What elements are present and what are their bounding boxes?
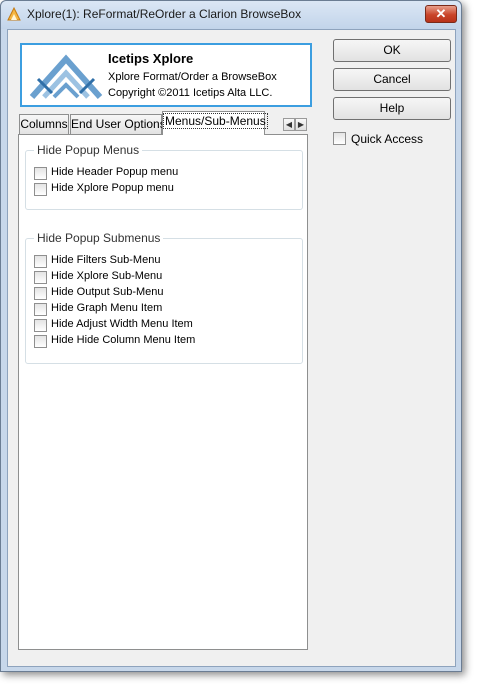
copyright-text: Copyright ©2011 Icetips Alta LLC. bbox=[108, 87, 273, 99]
product-subtitle: Xplore Format/Order a BrowseBox bbox=[108, 71, 277, 83]
checkbox-label: Hide Header Popup menu bbox=[51, 166, 179, 178]
checkbox-label: Hide Graph Menu Item bbox=[51, 302, 163, 314]
checkbox[interactable] bbox=[34, 319, 47, 332]
checkbox-label: Hide Hide Column Menu Item bbox=[51, 334, 196, 346]
checkbox[interactable] bbox=[34, 271, 47, 284]
ok-button[interactable]: OK bbox=[333, 39, 451, 62]
checkbox[interactable] bbox=[34, 167, 47, 180]
hide-popup-menus-group: Hide Popup Menus Hide Header Popup menu … bbox=[25, 143, 303, 210]
tab-scroll-left-icon[interactable]: ◀ bbox=[283, 118, 295, 131]
checkbox[interactable] bbox=[34, 183, 47, 196]
group-legend: Hide Popup Submenus bbox=[34, 231, 164, 245]
checkbox-label: Hide Output Sub-Menu bbox=[51, 286, 164, 298]
checkbox-label: Hide Xplore Sub-Menu bbox=[51, 270, 163, 282]
hide-popup-submenus-group: Hide Popup Submenus Hide Filters Sub-Men… bbox=[25, 231, 303, 364]
group-legend: Hide Popup Menus bbox=[34, 143, 143, 157]
checkbox-label: Hide Xplore Popup menu bbox=[51, 182, 174, 194]
checkbox-label: Hide Filters Sub-Menu bbox=[51, 254, 161, 266]
tab-columns[interactable]: Columns bbox=[19, 114, 69, 134]
icetips-logo-icon bbox=[29, 54, 103, 100]
checkbox-label: Hide Adjust Width Menu Item bbox=[51, 318, 193, 330]
tab-columns-label: Columns bbox=[20, 117, 68, 131]
window-title: Xplore(1): ReFormat/ReOrder a Clarion Br… bbox=[27, 7, 302, 21]
checkbox[interactable] bbox=[34, 303, 47, 316]
quick-access-checkbox[interactable] bbox=[333, 132, 346, 145]
tab-menus-submenus[interactable]: Menus/Sub-Menus bbox=[162, 111, 268, 135]
product-header: Icetips Xplore Xplore Format/Order a Bro… bbox=[20, 43, 312, 107]
menus-tab-page: Hide Popup Menus Hide Header Popup menu … bbox=[18, 134, 308, 650]
dialog-window: Xplore(1): ReFormat/ReOrder a Clarion Br… bbox=[0, 0, 462, 672]
title-bar[interactable]: Xplore(1): ReFormat/ReOrder a Clarion Br… bbox=[1, 1, 461, 29]
dialog-client-area: Icetips Xplore Xplore Format/Order a Bro… bbox=[7, 29, 456, 667]
product-title: Icetips Xplore bbox=[108, 51, 194, 66]
checkbox[interactable] bbox=[34, 335, 47, 348]
xplore-app-icon bbox=[7, 7, 21, 21]
checkbox[interactable] bbox=[34, 255, 47, 268]
tab-menus-submenus-label: Menus/Sub-Menus bbox=[163, 113, 268, 129]
quick-access-label: Quick Access bbox=[351, 132, 424, 146]
checkbox[interactable] bbox=[34, 287, 47, 300]
cancel-button[interactable]: Cancel bbox=[333, 68, 451, 91]
tab-end-user-options[interactable]: End User Options bbox=[70, 114, 166, 134]
tab-scroll-right-icon[interactable]: ▶ bbox=[295, 118, 307, 131]
tab-end-user-options-label: End User Options bbox=[71, 117, 166, 131]
help-button[interactable]: Help bbox=[333, 97, 451, 120]
close-button[interactable]: ✕ bbox=[425, 5, 457, 23]
